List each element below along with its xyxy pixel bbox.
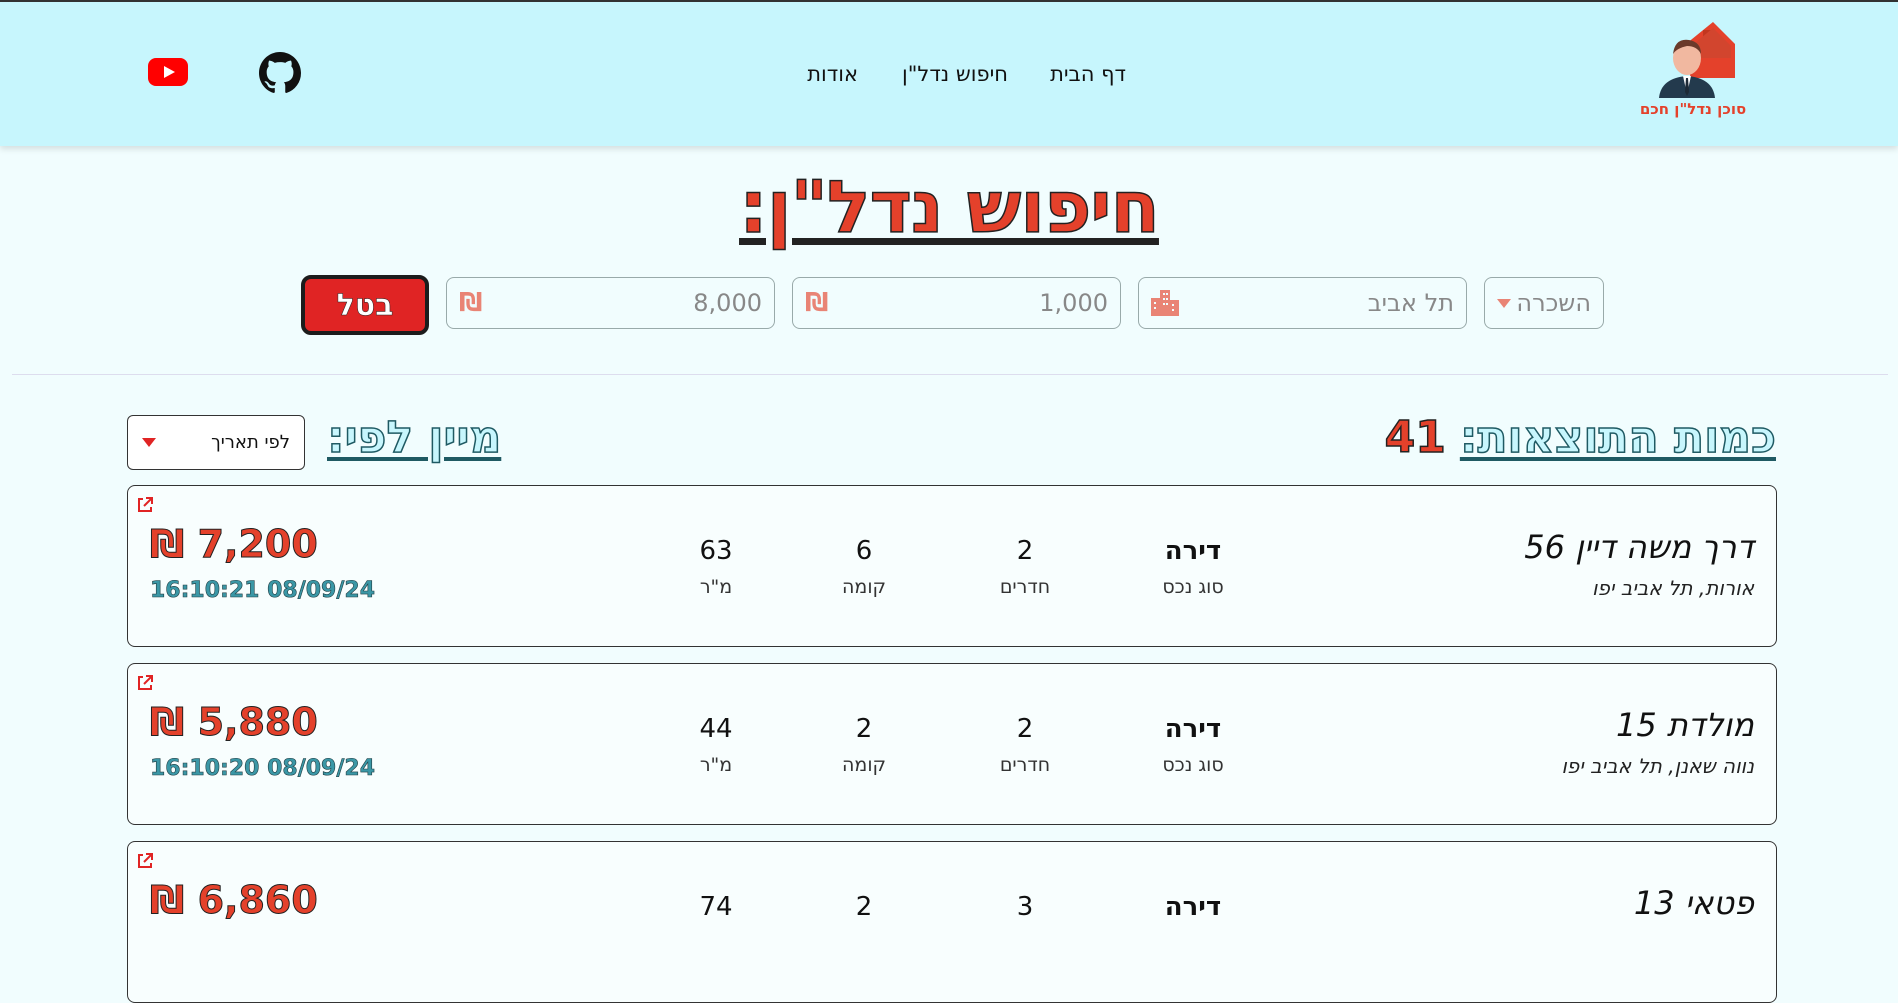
listing-rooms-label: חדרים bbox=[999, 576, 1051, 598]
nav-home-link[interactable]: דף הבית bbox=[1050, 62, 1126, 86]
listing-sqm-label: מ"ר bbox=[699, 576, 733, 598]
listing-sqm: 74 bbox=[656, 892, 776, 922]
city-value: תל אביב bbox=[1367, 289, 1454, 317]
site-header: סוכן נדל"ן חכם דף הבית חיפוש נדל"ן אודות bbox=[0, 2, 1898, 146]
github-link[interactable] bbox=[259, 52, 301, 98]
listing-type-value: דירה bbox=[1164, 536, 1222, 566]
chevron-down-icon bbox=[142, 438, 156, 447]
listing-rooms-label: חדרים bbox=[999, 754, 1051, 776]
listing-card[interactable]: פטאי 13 דירה 3 2 74 ₪ 6,860 bbox=[127, 841, 1777, 1003]
youtube-link[interactable] bbox=[148, 58, 188, 90]
listing-floor-value: 2 bbox=[855, 714, 873, 744]
listing-street: דרך משה דיין 56 bbox=[1524, 528, 1754, 566]
cancel-button[interactable]: בטל bbox=[301, 275, 429, 335]
search-filters: השכרה תל אביב 1,000 ₪ 8,000 ₪ בטל bbox=[0, 275, 1898, 337]
listing-type-value: דירה bbox=[1164, 714, 1222, 744]
listing-rooms-value: 2 bbox=[1016, 536, 1034, 566]
listing-type: דירה סוג נכס bbox=[1133, 714, 1253, 776]
max-price-value: 8,000 bbox=[693, 289, 762, 317]
listing-street: פטאי 13 bbox=[1633, 884, 1754, 922]
youtube-icon bbox=[148, 58, 188, 86]
shekel-icon: ₪ bbox=[805, 288, 829, 318]
listing-floor-label: קומה bbox=[842, 754, 886, 776]
min-price-value: 1,000 bbox=[1039, 289, 1108, 317]
shekel-icon: ₪ bbox=[459, 288, 483, 318]
listing-type: דירה סוג נכס bbox=[1133, 536, 1253, 598]
listing-type-label: סוג נכס bbox=[1162, 576, 1224, 598]
listing-type-value: דירה bbox=[1164, 892, 1222, 922]
results-count-value: 41 bbox=[1384, 411, 1447, 464]
sort-label: מיין לפי: bbox=[326, 411, 502, 464]
listing-type-label: סוג נכס bbox=[1162, 754, 1224, 776]
listing-street: מולדת 15 bbox=[1615, 706, 1754, 744]
listing-sqm: 63 מ"ר bbox=[656, 536, 776, 598]
deal-type-select[interactable]: השכרה bbox=[1484, 277, 1604, 329]
listing-floor-value: 6 bbox=[855, 536, 873, 566]
listing-price: ₪ 6,860 bbox=[150, 878, 319, 923]
external-link-icon[interactable] bbox=[136, 852, 154, 870]
listing-sqm-value: 44 bbox=[699, 714, 733, 744]
listing-neighborhood: אורות, תל אביב יפו bbox=[1591, 576, 1754, 600]
listing-floor: 2 bbox=[804, 892, 924, 922]
listing-rooms: 2 חדרים bbox=[965, 536, 1085, 598]
listing-date: 16:10:20 08/09/24 bbox=[150, 756, 376, 782]
listing-sqm: 44 מ"ר bbox=[656, 714, 776, 776]
deal-type-value: השכרה bbox=[1516, 289, 1591, 317]
nav-search-link[interactable]: חיפוש נדל"ן bbox=[902, 62, 1008, 86]
listing-price: ₪ 7,200 bbox=[150, 522, 319, 567]
listing-floor-label: קומה bbox=[842, 576, 886, 598]
listing-date: 16:10:21 08/09/24 bbox=[150, 578, 376, 604]
listing-sqm-label: מ"ר bbox=[699, 754, 733, 776]
listing-rooms-value: 3 bbox=[1016, 892, 1034, 922]
listing-type: דירה bbox=[1133, 892, 1253, 922]
listing-rooms-value: 2 bbox=[1016, 714, 1034, 744]
listing-card[interactable]: מולדת 15 נווה שאנן, תל אביב יפו דירה סוג … bbox=[127, 663, 1777, 825]
listing-sqm-value: 74 bbox=[699, 892, 733, 922]
listing-rooms: 2 חדרים bbox=[965, 714, 1085, 776]
results-count-heading: כמות התוצאות:41 bbox=[1384, 411, 1777, 464]
external-link-icon[interactable] bbox=[136, 674, 154, 692]
listing-sqm-value: 63 bbox=[699, 536, 733, 566]
nav-about-link[interactable]: אודות bbox=[807, 62, 858, 86]
results-count-label: כמות התוצאות: bbox=[1459, 411, 1777, 464]
listing-floor: 2 קומה bbox=[804, 714, 924, 776]
sort-select-value: לפי תאריך bbox=[211, 432, 290, 453]
listing-card[interactable]: דרך משה דיין 56 אורות, תל אביב יפו דירה ס… bbox=[127, 485, 1777, 647]
logo-text: סוכן נדל"ן חכם bbox=[1639, 100, 1747, 118]
chevron-down-icon bbox=[1497, 298, 1511, 308]
sort-select[interactable]: לפי תאריך bbox=[127, 415, 305, 470]
listing-floor-value: 2 bbox=[855, 892, 873, 922]
city-input[interactable]: תל אביב bbox=[1138, 277, 1467, 329]
max-price-input[interactable]: 8,000 ₪ bbox=[446, 277, 775, 329]
external-link-icon[interactable] bbox=[136, 496, 154, 514]
min-price-input[interactable]: 1,000 ₪ bbox=[792, 277, 1121, 329]
divider bbox=[12, 374, 1888, 375]
listing-price: ₪ 5,880 bbox=[150, 700, 319, 745]
listing-rooms: 3 bbox=[965, 892, 1085, 922]
buildings-icon bbox=[1151, 290, 1179, 316]
github-icon bbox=[259, 52, 301, 93]
listing-floor: 6 קומה bbox=[804, 536, 924, 598]
page-title: חיפוש נדל"ן: bbox=[738, 164, 1160, 250]
listing-neighborhood: נווה שאנן, תל אביב יפו bbox=[1561, 754, 1754, 778]
